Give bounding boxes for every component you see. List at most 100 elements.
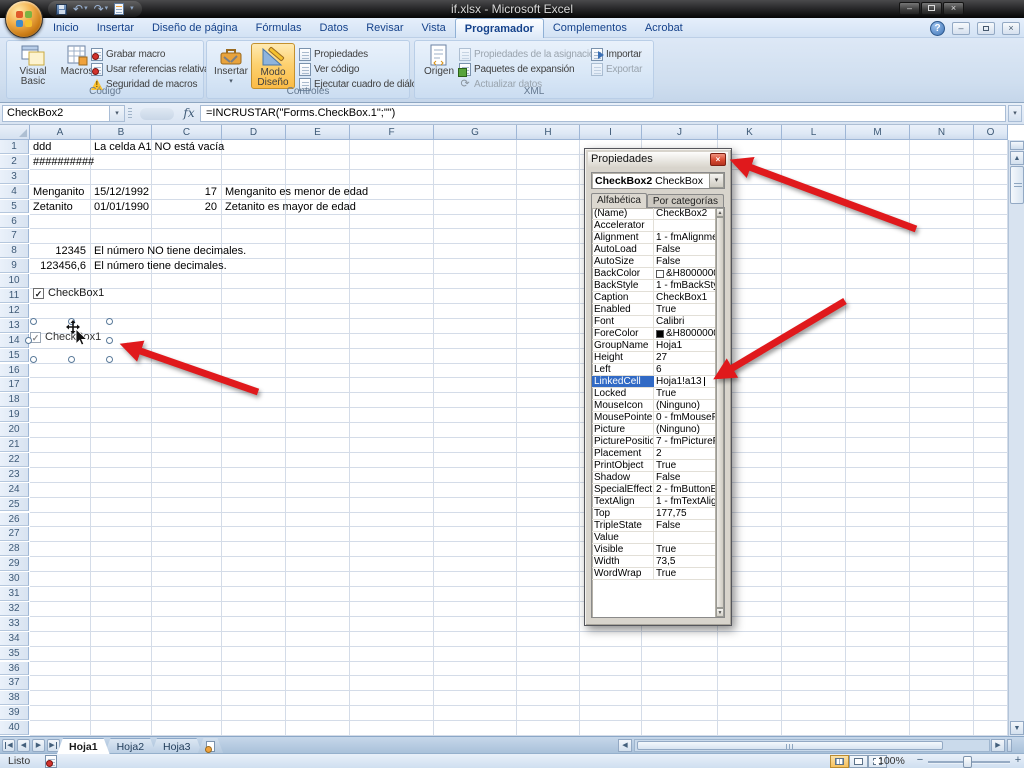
column-header-K[interactable]: K <box>718 125 782 140</box>
row-header-28[interactable]: 28 <box>0 542 29 556</box>
cell-D5[interactable]: Zetanito es mayor de edad <box>222 200 359 214</box>
cell-A4[interactable]: Menganito <box>30 185 87 199</box>
ribbon-tab-revisar[interactable]: Revisar <box>357 18 412 38</box>
column-header-C[interactable]: C <box>152 125 222 140</box>
modo-diseno-button[interactable]: Modo Diseño <box>251 43 295 89</box>
row-header-19[interactable]: 19 <box>0 408 29 422</box>
property-row-triplestate[interactable]: TripleStateFalse <box>592 520 715 532</box>
row-header-31[interactable]: 31 <box>0 587 29 601</box>
property-row-top[interactable]: Top177,75 <box>592 508 715 520</box>
properties-window[interactable]: Propiedades × CheckBox2 CheckBox ▾ Alfab… <box>584 148 732 626</box>
formula-bar-expand-icon[interactable]: ▾ <box>1008 105 1022 122</box>
property-row-left[interactable]: Left6 <box>592 364 715 376</box>
ribbon-tab-f-rmulas[interactable]: Fórmulas <box>247 18 311 38</box>
cell-C5[interactable]: 20 <box>152 200 220 214</box>
property-row-mousepointer[interactable]: MousePointer0 - fmMousePo <box>592 412 715 424</box>
selection-handle[interactable] <box>25 337 32 344</box>
property-row-font[interactable]: FontCalibri <box>592 316 715 328</box>
property-row-mouseicon[interactable]: MouseIcon(Ninguno) <box>592 400 715 412</box>
column-header-N[interactable]: N <box>910 125 974 140</box>
row-header-39[interactable]: 39 <box>0 706 29 720</box>
workbook-minimize-button[interactable]: – <box>952 22 970 35</box>
property-row-locked[interactable]: LockedTrue <box>592 388 715 400</box>
property-row-groupname[interactable]: GroupNameHoja1 <box>592 340 715 352</box>
row-header-17[interactable]: 17 <box>0 378 29 392</box>
cell-A2[interactable]: ########## <box>30 155 97 169</box>
cell-C4[interactable]: 17 <box>152 185 220 199</box>
view-page-layout-button[interactable] <box>849 755 868 768</box>
next-sheet-icon[interactable]: ▶ <box>32 739 45 752</box>
property-row-autosize[interactable]: AutoSizeFalse <box>592 256 715 268</box>
row-header-1[interactable]: 1 <box>0 140 29 154</box>
selection-handle[interactable] <box>30 318 37 325</box>
zoom-slider-thumb[interactable] <box>963 756 972 768</box>
workbook-restore-button[interactable] <box>977 22 995 35</box>
row-header-29[interactable]: 29 <box>0 557 29 571</box>
column-header-H[interactable]: H <box>517 125 580 140</box>
ribbon-tab-dise-o-de-p-gina[interactable]: Diseño de página <box>143 18 247 38</box>
ver-codigo-button[interactable]: Ver código <box>299 62 359 76</box>
propiedades-button[interactable]: Propiedades <box>299 47 368 61</box>
property-row-printobject[interactable]: PrintObjectTrue <box>592 460 715 472</box>
scroll-up-icon[interactable]: ▲ <box>1010 151 1024 165</box>
property-row-height[interactable]: Height27 <box>592 352 715 364</box>
previous-sheet-icon[interactable]: ◀ <box>17 739 30 752</box>
selection-handle[interactable] <box>68 356 75 363</box>
row-header-4[interactable]: 4 <box>0 185 29 199</box>
hscroll-right-icon[interactable]: ▶ <box>991 739 1005 752</box>
column-header-E[interactable]: E <box>286 125 350 140</box>
row-header-33[interactable]: 33 <box>0 617 29 631</box>
property-scroll-thumb[interactable] <box>716 217 724 608</box>
visual-basic-button[interactable]: Visual Basic <box>11 43 55 87</box>
cell-B4[interactable]: 15/12/1992 <box>91 185 150 199</box>
properties-window-titlebar[interactable]: Propiedades <box>588 152 728 168</box>
horizontal-scrollbar[interactable] <box>634 739 990 752</box>
select-all-corner[interactable] <box>0 125 30 140</box>
property-row-specialeffect[interactable]: SpecialEffect2 - fmButtonEf <box>592 484 715 496</box>
selection-handle[interactable] <box>106 318 113 325</box>
row-header-9[interactable]: 9 <box>0 259 29 273</box>
cell-A8[interactable]: 12345 <box>30 244 89 258</box>
row-header-10[interactable]: 10 <box>0 274 29 288</box>
row-header-35[interactable]: 35 <box>0 647 29 661</box>
column-header-A[interactable]: A <box>30 125 91 140</box>
close-button[interactable]: × <box>943 2 964 15</box>
column-header-B[interactable]: B <box>91 125 152 140</box>
checkbox1-control[interactable]: ✓ CheckBox1 <box>33 287 104 299</box>
column-header-M[interactable]: M <box>846 125 910 140</box>
property-row-alignment[interactable]: Alignment1 - fmAlignmen <box>592 232 715 244</box>
ribbon-tab-acrobat[interactable]: Acrobat <box>636 18 692 38</box>
ribbon-tab-inicio[interactable]: Inicio <box>44 18 88 38</box>
sheet-tab-hoja1[interactable]: Hoja1 <box>57 738 110 754</box>
workbook-close-button[interactable]: × <box>1002 22 1020 35</box>
cell-A9[interactable]: 123456,6 <box>30 259 89 273</box>
formula-bar-grip[interactable] <box>128 108 132 119</box>
cell-D4[interactable]: Menganito es menor de edad <box>222 185 371 199</box>
worksheet-grid[interactable]: dddLa celda A1 NO está vacía##########Me… <box>0 140 1008 736</box>
row-header-38[interactable]: 38 <box>0 691 29 705</box>
importar-button[interactable]: Importar <box>591 47 642 61</box>
property-row-enabled[interactable]: EnabledTrue <box>592 304 715 316</box>
property-row-backcolor[interactable]: BackColor&H8000000 <box>592 268 715 280</box>
cell-B5[interactable]: 01/01/1990 <box>91 200 150 214</box>
column-header-L[interactable]: L <box>782 125 846 140</box>
property-scrollbar[interactable]: ▲ ▼ <box>715 208 724 617</box>
property-row-linkedcell[interactable]: LinkedCellHoja1!a13 <box>592 376 715 388</box>
grabar-macro-button[interactable]: Grabar macro <box>91 47 165 61</box>
column-header-F[interactable]: F <box>350 125 434 140</box>
row-header-7[interactable]: 7 <box>0 229 29 243</box>
ribbon-tab-datos[interactable]: Datos <box>310 18 357 38</box>
view-normal-button[interactable] <box>830 755 849 768</box>
row-header-12[interactable]: 12 <box>0 304 29 318</box>
row-header-18[interactable]: 18 <box>0 393 29 407</box>
record-macro-status-button[interactable] <box>42 755 60 767</box>
origen-button[interactable]: Origen <box>417 43 461 87</box>
row-header-40[interactable]: 40 <box>0 721 29 735</box>
property-row-caption[interactable]: CaptionCheckBox1 <box>592 292 715 304</box>
property-row-value[interactable]: Value <box>592 532 715 544</box>
paquetes-expansion-button[interactable]: Paquetes de expansión <box>459 62 574 76</box>
row-header-16[interactable]: 16 <box>0 364 29 378</box>
row-header-26[interactable]: 26 <box>0 513 29 527</box>
property-row-visible[interactable]: VisibleTrue <box>592 544 715 556</box>
row-header-11[interactable]: 11 <box>0 289 29 303</box>
